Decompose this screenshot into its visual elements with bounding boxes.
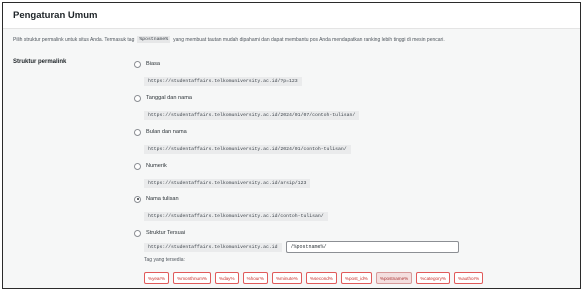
permalink-option-day-name[interactable]: Tanggal dan nama https://studentaffairs.… bbox=[134, 93, 360, 121]
radio-month-name[interactable] bbox=[134, 128, 141, 136]
permalink-option-numeric[interactable]: Numerik https://studentaffairs.telkomuni… bbox=[134, 161, 311, 189]
tag-button-category[interactable]: %category% bbox=[416, 272, 451, 284]
panel-header: Pengaturan Umum bbox=[3, 3, 580, 29]
option-example-url: https://studentaffairs.telkomuniversity.… bbox=[144, 179, 311, 188]
postname-tag: %postname% bbox=[137, 36, 171, 43]
option-label: Bulan dan nama bbox=[146, 129, 187, 135]
description-text-start: Pilih struktur permalink untuk situs And… bbox=[13, 36, 135, 43]
option-label: Biasa bbox=[146, 61, 160, 67]
option-label: Struktur Tersuai bbox=[146, 230, 186, 236]
option-example-url: https://studentaffairs.telkomuniversity.… bbox=[144, 212, 328, 221]
permalink-option-custom[interactable]: Struktur Tersuai https://studentaffairs.… bbox=[134, 228, 459, 263]
tag-button-hour[interactable]: %hour% bbox=[242, 272, 268, 284]
radio-numeric[interactable] bbox=[134, 162, 141, 170]
permalink-option-post-name[interactable]: Nama tulisan https://studentaffairs.telk… bbox=[134, 194, 328, 222]
tag-button-minute[interactable]: %minute% bbox=[271, 272, 302, 284]
custom-structure-input[interactable] bbox=[285, 241, 459, 253]
option-label: Numerik bbox=[146, 163, 167, 169]
option-label: Tanggal dan nama bbox=[146, 95, 193, 101]
custom-base-url: https://studentaffairs.telkomuniversity.… bbox=[144, 242, 282, 252]
tag-button-second[interactable]: %second% bbox=[305, 272, 337, 284]
option-example-url: https://studentaffairs.telkomuniversity.… bbox=[144, 145, 351, 154]
available-tags-label: Tag yang tersedia: bbox=[144, 257, 185, 263]
option-example-url: https://studentaffairs.telkomuniversity.… bbox=[144, 111, 360, 120]
tag-button-monthnum[interactable]: %monthnum% bbox=[173, 272, 211, 284]
page-title: Pengaturan Umum bbox=[13, 10, 98, 21]
tag-button-author[interactable]: %author% bbox=[454, 272, 484, 284]
tag-button-day[interactable]: %day% bbox=[214, 272, 239, 284]
radio-custom[interactable] bbox=[134, 229, 141, 237]
tag-button-post-id[interactable]: %post_id% bbox=[340, 272, 372, 284]
option-label: Nama tulisan bbox=[146, 196, 179, 202]
description-text-end: yang membuat tautan mudah dipahami dan d… bbox=[173, 36, 445, 43]
radio-plain[interactable] bbox=[134, 60, 141, 68]
radio-day-name[interactable] bbox=[134, 94, 141, 102]
tag-button-postname[interactable]: %postname% bbox=[375, 272, 413, 284]
permalink-structure-label: Struktur permalink bbox=[13, 59, 67, 65]
permalink-option-month-name[interactable]: Bulan dan nama https://studentaffairs.te… bbox=[134, 127, 351, 155]
permalink-option-plain[interactable]: Biasa https://studentaffairs.telkomunive… bbox=[134, 59, 302, 87]
permalink-description: Pilih struktur permalink untuk situs And… bbox=[13, 36, 576, 43]
settings-panel: Pengaturan Umum Pilih struktur permalink… bbox=[2, 2, 581, 289]
panel-body: Pilih struktur permalink untuk situs And… bbox=[3, 29, 580, 288]
available-tags-list: %year% %monthnum% %day% %hour% %minute% … bbox=[144, 272, 487, 284]
tag-button-year[interactable]: %year% bbox=[144, 272, 170, 284]
option-example-url: https://studentaffairs.telkomuniversity.… bbox=[144, 77, 302, 86]
radio-post-name[interactable] bbox=[134, 195, 141, 203]
